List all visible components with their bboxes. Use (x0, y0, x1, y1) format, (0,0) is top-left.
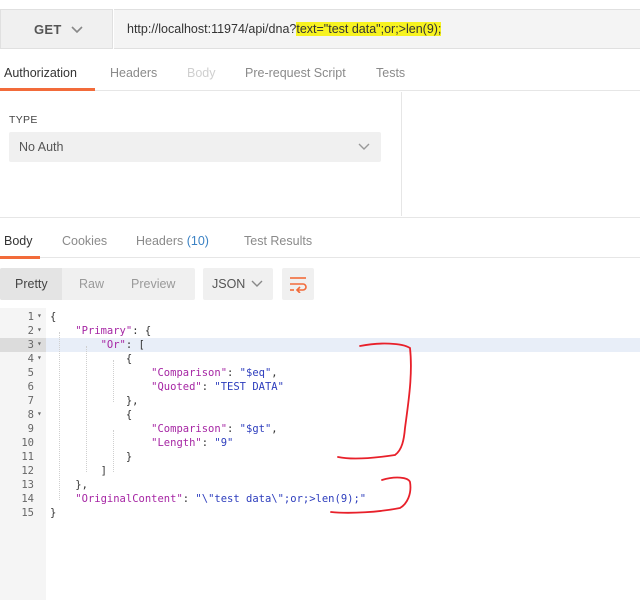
code-line: 4 ▾ { (0, 352, 640, 366)
code-text: "Primary": { (75, 325, 152, 337)
tab-pre-request-script[interactable]: Pre-request Script (245, 66, 346, 80)
code-text: }, (50, 479, 88, 491)
chevron-down-icon (250, 278, 264, 292)
code-text: { (50, 409, 133, 421)
format-select[interactable]: JSON (203, 268, 273, 300)
response-tabs: Body Cookies Headers (10) Test Results (0, 217, 640, 259)
code-text: "OriginalContent": "\"test data\";or;>le… (75, 493, 367, 505)
line-number: 9 (27, 423, 34, 435)
tab-headers[interactable]: Headers (110, 66, 157, 80)
tab-authorization[interactable]: Authorization (4, 66, 77, 80)
line-number: 15 (21, 507, 34, 519)
auth-type-value: No Auth (19, 140, 64, 154)
request-bar: GET http://localhost:11974/api/dna?text=… (0, 9, 640, 49)
fold-toggle-icon[interactable]: ▾ (37, 311, 42, 320)
code-line: 10 "Length": "9" (0, 436, 640, 450)
line-number: 7 (27, 395, 34, 407)
chevron-down-icon (357, 141, 371, 155)
response-toolbar: Pretty Raw Preview JSON (0, 268, 640, 300)
code-line: 12 ] (0, 464, 640, 478)
line-number: 8 (27, 409, 34, 421)
auth-type-label: TYPE (9, 114, 38, 126)
code-line: 15} (0, 506, 640, 520)
view-mode-group: Pretty Raw Preview (0, 268, 195, 300)
headers-count-badge: (10) (186, 234, 209, 248)
line-number: 14 (21, 493, 34, 505)
line-number: 10 (21, 437, 34, 449)
tab-response-headers[interactable]: Headers (10) (136, 234, 209, 248)
code-line: 3 ▾ "Or": [ (0, 338, 640, 352)
code-text: "Or": [ (100, 339, 145, 351)
line-number: 6 (27, 381, 34, 393)
url-input[interactable]: http://localhost:11974/api/dna?text="tes… (114, 9, 640, 49)
fold-toggle-icon[interactable]: ▾ (37, 353, 42, 362)
indent-guide (113, 360, 114, 402)
indent-guide (113, 430, 114, 472)
url-highlighted-query: text="test data";or;>len(9); (296, 22, 442, 36)
code-text: }, (50, 395, 139, 407)
view-preview-button[interactable]: Preview (131, 277, 175, 291)
auth-type-select[interactable]: No Auth (9, 132, 381, 162)
code-line: 11 } (0, 450, 640, 464)
tab-response-body[interactable]: Body (4, 234, 33, 248)
line-number: 12 (21, 465, 34, 477)
wrap-lines-button[interactable] (282, 268, 314, 300)
code-line: 6 "Quoted": "TEST DATA" (0, 380, 640, 394)
auth-panel: TYPE No Auth (0, 92, 402, 216)
tab-body[interactable]: Body (187, 66, 216, 80)
code-line: 5 "Comparison": "$eq", (0, 366, 640, 380)
code-line: 2 ▾ "Primary": { (0, 324, 640, 338)
url-text: http://localhost:11974/api/dna?text="tes… (127, 22, 442, 36)
code-text: "Length": "9" (151, 437, 234, 449)
fold-toggle-icon[interactable]: ▾ (37, 325, 42, 334)
active-tab-indicator (0, 88, 95, 91)
view-pretty-button[interactable]: Pretty (15, 277, 48, 291)
code-line: 13 }, (0, 478, 640, 492)
view-raw-button[interactable]: Raw (79, 277, 104, 291)
tab-cookies[interactable]: Cookies (62, 234, 107, 248)
code-line: 14 "OriginalContent": "\"test data\";or;… (0, 492, 640, 506)
line-number: 5 (27, 367, 34, 379)
fold-toggle-icon[interactable]: ▾ (37, 409, 42, 418)
wrap-lines-icon (290, 277, 307, 293)
method-select[interactable]: GET (0, 9, 113, 49)
code-text: "Comparison": "$gt", (151, 423, 278, 435)
active-response-tab-indicator (0, 256, 40, 259)
line-number: 2 (27, 325, 34, 337)
line-number: 1 (27, 311, 34, 323)
code-text: } (50, 451, 133, 463)
code-text: { (50, 311, 57, 323)
tab-test-results[interactable]: Test Results (244, 234, 312, 248)
code-text: "Comparison": "$eq", (151, 367, 278, 379)
line-number: 13 (21, 479, 34, 491)
code-text: } (50, 507, 57, 519)
format-value: JSON (212, 277, 246, 291)
url-prefix: http://localhost:11974/api/dna? (127, 22, 297, 36)
indent-guide (59, 332, 60, 500)
method-label: GET (34, 22, 62, 37)
code-line: 1 ▾ { (0, 310, 640, 324)
code-text: { (50, 353, 133, 365)
chevron-down-icon (70, 24, 84, 38)
request-tabs: Authorization Headers Body Pre-request S… (0, 58, 640, 91)
indent-guide (86, 346, 87, 472)
code-line: 8 ▾ { (0, 408, 640, 422)
code-line: 7 }, (0, 394, 640, 408)
response-code-editor[interactable]: 1 ▾{2 ▾ "Primary": {3 ▾ "Or": [4 ▾ {5 "Compa… (0, 308, 640, 600)
fold-toggle-icon[interactable]: ▾ (37, 339, 42, 348)
line-number: 4 (27, 353, 34, 365)
line-number: 11 (21, 451, 34, 463)
code-line: 9 "Comparison": "$gt", (0, 422, 640, 436)
tab-response-headers-label: Headers (136, 234, 184, 248)
tab-tests[interactable]: Tests (376, 66, 405, 80)
line-number: 3 (27, 339, 34, 351)
